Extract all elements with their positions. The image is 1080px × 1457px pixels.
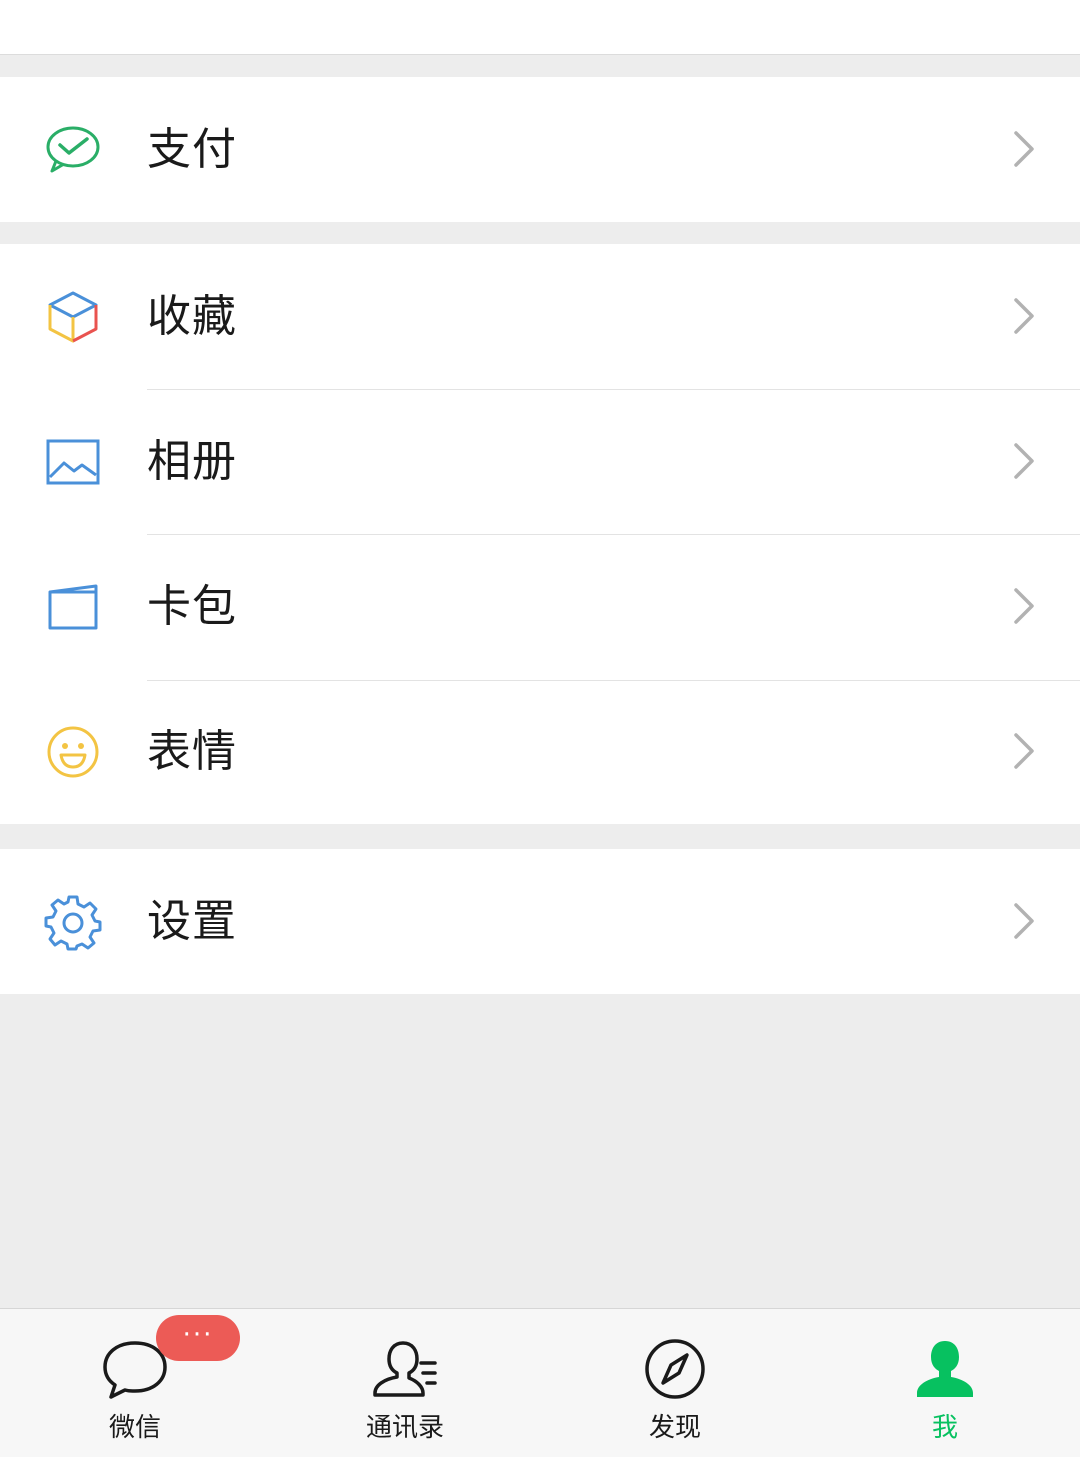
tab-label: 我 [931, 1413, 958, 1443]
tab-label: 发现 [648, 1413, 701, 1443]
chevron-right-icon [1014, 903, 1034, 939]
menu-item-pay[interactable]: 支付 [0, 77, 1080, 222]
tab-label: 通讯录 [365, 1413, 444, 1443]
album-picture-icon [44, 433, 102, 491]
chevron-right-icon [1014, 298, 1034, 334]
wechat-pay-icon [44, 121, 102, 179]
menu-item-settings[interactable]: 设置 [0, 849, 1080, 994]
chevron-right-icon [1014, 131, 1034, 167]
menu-item-album[interactable]: 相册 [0, 389, 1080, 534]
menu-item-cards[interactable]: 卡包 [0, 534, 1080, 679]
card-wallet-icon [44, 578, 102, 636]
tab-discover[interactable]: 发现 [575, 1309, 775, 1457]
favorites-cube-icon [44, 288, 102, 346]
menu-item-label: 支付 [147, 124, 237, 175]
menu-item-stickers[interactable]: 表情 [0, 679, 1080, 824]
menu-group-settings: 设置 [0, 849, 1080, 994]
menu-group-pay: 支付 [0, 77, 1080, 222]
smiley-face-icon [44, 723, 102, 781]
tab-me[interactable]: 我 [845, 1309, 1045, 1457]
gear-icon [44, 893, 102, 951]
menu-item-label: 相册 [147, 436, 237, 487]
tab-label: 微信 [108, 1413, 161, 1443]
profile-header-bottom [0, 0, 1080, 55]
menu-item-label: 设置 [147, 896, 237, 947]
unread-badge: ··· [156, 1315, 240, 1361]
person-icon [911, 1337, 979, 1401]
compass-icon [641, 1337, 709, 1401]
menu-item-label: 卡包 [147, 581, 237, 632]
menu-item-favorites[interactable]: 收藏 [0, 244, 1080, 389]
menu-item-label: 收藏 [147, 291, 237, 342]
chevron-right-icon [1014, 443, 1034, 479]
chevron-right-icon [1014, 733, 1034, 769]
chevron-right-icon [1014, 588, 1034, 624]
contacts-icon [371, 1337, 439, 1401]
menu-group-main: 收藏 相册 卡包 表情 [0, 244, 1080, 824]
tab-contacts[interactable]: 通讯录 [305, 1309, 505, 1457]
menu-item-label: 表情 [147, 726, 237, 777]
